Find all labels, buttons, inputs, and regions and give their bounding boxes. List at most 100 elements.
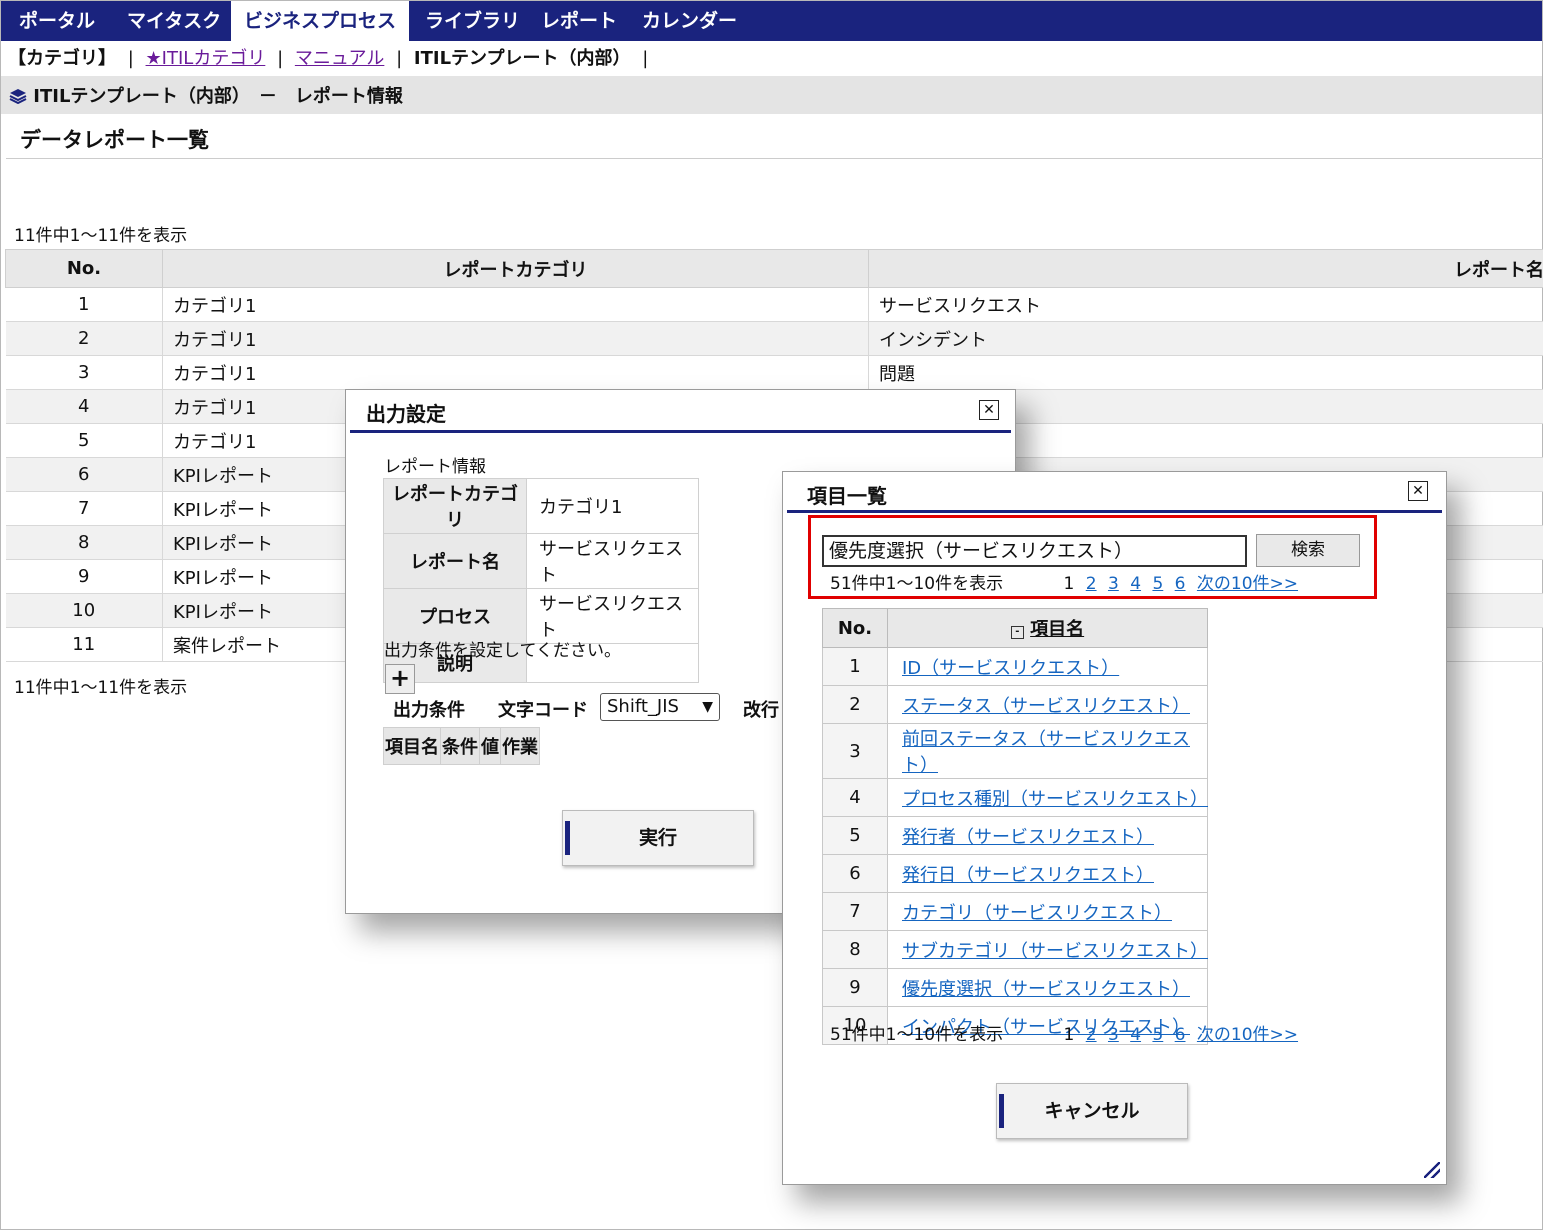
row-no: 1 xyxy=(5,287,163,322)
page-title: データレポート一覧 xyxy=(20,128,209,152)
items-col-no[interactable]: No. xyxy=(822,608,888,648)
run-button[interactable]: 実行 xyxy=(562,810,754,866)
table-row: 4 プロセス種別（サービスリクエスト） xyxy=(822,778,1208,817)
tab-business-process[interactable]: ビジネスプロセス xyxy=(231,1,409,41)
item-no: 6 xyxy=(822,854,888,893)
newline-label: 改行 xyxy=(743,700,779,721)
col-no[interactable]: No. xyxy=(5,249,163,288)
item-link[interactable]: 優先度選択（サービスリクエスト） xyxy=(902,979,1190,1000)
items-table: No. - 項目名 1 ID（サービスリクエスト） 2 ステータス（サービスリクエスト… xyxy=(822,608,1208,1045)
row-category: カテゴリ1 xyxy=(162,355,869,390)
dialog-divider xyxy=(350,430,1011,433)
close-icon[interactable]: ✕ xyxy=(1408,481,1428,501)
report-info-label: レポート情報 xyxy=(384,457,486,477)
subnav-category-label: 【カテゴリ】 xyxy=(8,48,116,69)
item-link[interactable]: プロセス種別（サービスリクエスト） xyxy=(902,789,1208,810)
table-row: 1 ID（サービスリクエスト） xyxy=(822,647,1208,686)
row-name: インシデント xyxy=(868,321,1543,356)
button-accent xyxy=(999,1094,1004,1128)
table-row[interactable]: 2 カテゴリ1 インシデント xyxy=(5,321,1543,356)
table-row: 7 カテゴリ（サービスリクエスト） xyxy=(822,892,1208,931)
cond-col-value: 値 xyxy=(479,727,501,765)
row-no: 11 xyxy=(5,627,163,662)
table-header-row: No. レポートカテゴリ レポート名 xyxy=(5,249,1543,288)
close-icon[interactable]: ✕ xyxy=(979,400,999,420)
row-no: 9 xyxy=(5,559,163,594)
row-name: サービスリクエスト xyxy=(868,287,1543,322)
button-accent xyxy=(565,821,570,855)
resize-handle-icon[interactable] xyxy=(1424,1162,1440,1178)
output-condition-label: 出力条件 xyxy=(393,700,465,721)
item-no: 1 xyxy=(822,647,888,686)
plus-icon[interactable]: + xyxy=(385,664,415,694)
charset-value: Shift_JIS xyxy=(607,696,679,717)
cond-col-action: 作業 xyxy=(500,727,540,765)
item-link[interactable]: 前回ステータス（サービスリクエスト） xyxy=(902,729,1190,776)
item-no: 4 xyxy=(822,778,888,817)
table-row[interactable]: 1 カテゴリ1 サービスリクエスト xyxy=(5,287,1543,322)
charset-label: 文字コード xyxy=(498,700,588,721)
tab-portal[interactable]: ポータル xyxy=(19,1,95,41)
item-no: 8 xyxy=(822,930,888,969)
pager-page-link[interactable]: 5 xyxy=(1152,1025,1163,1045)
subnav-separator: | xyxy=(127,48,134,69)
items-list-dialog: 項目一覧 ✕ 優先度選択（サービスリクエスト） 検索 51件中1～10件を表示 … xyxy=(782,471,1447,1185)
row-no: 5 xyxy=(5,423,163,458)
item-no: 2 xyxy=(822,685,888,724)
pager-page-link[interactable]: 3 xyxy=(1108,1025,1119,1045)
subnav-manual-link[interactable]: マニュアル xyxy=(295,48,384,69)
tab-calendar[interactable]: カレンダー xyxy=(642,1,737,41)
item-no: 9 xyxy=(822,968,888,1007)
item-link[interactable]: 発行日（サービスリクエスト） xyxy=(902,865,1154,886)
item-link[interactable]: サブカテゴリ（サービスリクエスト） xyxy=(902,941,1208,962)
charset-select[interactable]: Shift_JIS ▼ xyxy=(600,693,720,721)
top-nav: ポータル マイタスク ビジネスプロセス ライブラリ レポート カレンダー xyxy=(1,1,1542,41)
page-header: データレポート一覧 xyxy=(6,116,1543,159)
subnav-separator: | xyxy=(277,48,284,69)
tab-report[interactable]: レポート xyxy=(541,1,617,41)
item-link[interactable]: 発行者（サービスリクエスト） xyxy=(902,827,1154,848)
col-name[interactable]: レポート名 xyxy=(868,249,1543,288)
pager-current: 1 xyxy=(1063,1025,1075,1045)
breadcrumb: ITILテンプレート（内部） － レポート情報 xyxy=(9,82,403,108)
list-count-bottom: 11件中1～11件を表示 xyxy=(14,678,188,698)
row-name: 問題 xyxy=(868,355,1543,390)
pager-bottom: 51件中1～10件を表示 1 2 3 4 5 6 次の10件>> xyxy=(830,1020,1298,1045)
subnav-template-label: ITILテンプレート（内部） xyxy=(413,48,631,69)
row-category: カテゴリ1 xyxy=(162,287,869,322)
pager-page-link[interactable]: 6 xyxy=(1175,1025,1186,1045)
item-link[interactable]: ID（サービスリクエスト） xyxy=(902,658,1119,679)
pager-next-link[interactable]: 次の10件>> xyxy=(1197,1025,1298,1045)
pager-page-link[interactable]: 4 xyxy=(1130,1025,1141,1045)
col-category[interactable]: レポートカテゴリ xyxy=(162,249,869,288)
pager-page-link[interactable]: 2 xyxy=(1086,1025,1097,1045)
row-category: カテゴリ1 xyxy=(162,321,869,356)
item-no: 7 xyxy=(822,892,888,931)
sub-nav: 【カテゴリ】 | ★ITILカテゴリ | マニュアル | ITILテンプレート（… xyxy=(8,44,654,74)
table-row: 2 ステータス（サービスリクエスト） xyxy=(822,685,1208,724)
cancel-button[interactable]: キャンセル xyxy=(996,1083,1188,1139)
items-col-name[interactable]: - 項目名 xyxy=(887,608,1208,648)
dialog-title: 項目一覧 xyxy=(807,484,887,508)
info-key: レポートカテゴリ xyxy=(383,478,527,534)
layers-icon xyxy=(9,89,27,105)
cancel-button-label: キャンセル xyxy=(1044,1100,1140,1122)
list-count-top: 11件中1～11件を表示 xyxy=(14,226,188,246)
table-row: 9 優先度選択（サービスリクエスト） xyxy=(822,968,1208,1007)
cond-col-item: 項目名 xyxy=(383,727,441,765)
table-row[interactable]: 3 カテゴリ1 問題 xyxy=(5,355,1543,390)
subnav-separator: | xyxy=(396,48,403,69)
tab-library[interactable]: ライブラリ xyxy=(425,1,520,41)
condition-table: 項目名 条件 値 作業 xyxy=(383,727,540,765)
tab-my-tasks[interactable]: マイタスク xyxy=(127,1,221,41)
row-no: 4 xyxy=(5,389,163,424)
info-value: カテゴリ1 xyxy=(526,478,699,534)
item-link[interactable]: ステータス（サービスリクエスト） xyxy=(902,696,1190,717)
pager-count: 51件中1～10件を表示 xyxy=(830,1025,1004,1045)
item-link[interactable]: カテゴリ（サービスリクエスト） xyxy=(902,903,1172,924)
subnav-itil-category-link[interactable]: ★ITILカテゴリ xyxy=(146,48,266,69)
breadcrumb-text: ITILテンプレート（内部） － レポート情報 xyxy=(33,86,403,107)
dialog-divider xyxy=(787,510,1442,513)
breadcrumb-bar: ITILテンプレート（内部） － レポート情報 xyxy=(1,76,1542,114)
collapse-icon: - xyxy=(1010,626,1024,639)
